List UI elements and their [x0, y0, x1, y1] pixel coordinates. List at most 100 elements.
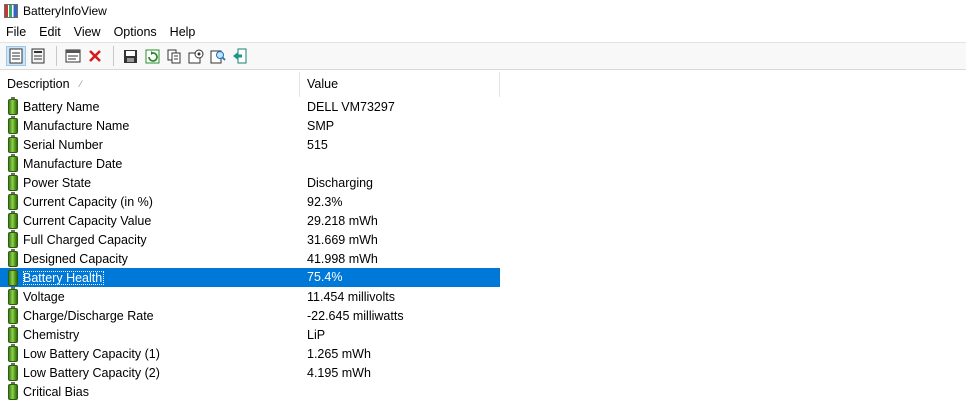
row-description: Charge/Discharge Rate [23, 308, 154, 323]
battery-icon [8, 115, 18, 134]
save-button[interactable] [120, 46, 140, 66]
html-report-button[interactable] [186, 46, 206, 66]
delete-button[interactable] [85, 46, 105, 66]
list-view-button[interactable] [6, 46, 26, 66]
battery-icon [8, 305, 18, 324]
row-value: 41.998 mWh [307, 251, 378, 266]
row-description-cell: Current Capacity (in %) [0, 191, 300, 211]
battery-icon [8, 96, 18, 115]
table-row[interactable]: Full Charged Capacity 31.669 mWh [0, 229, 966, 249]
table-row[interactable]: Serial Number 515 [0, 134, 966, 154]
refresh-button[interactable] [142, 46, 162, 66]
row-description: Power State [23, 175, 92, 190]
row-value: 11.454 millivolts [307, 289, 396, 304]
row-description-cell: Manufacture Name [0, 115, 300, 135]
table-row[interactable]: Battery Name DELL VM73297 [0, 96, 966, 116]
row-description-cell: Critical Bias [0, 381, 300, 401]
battery-icon [8, 248, 18, 267]
copy-button[interactable] [164, 46, 184, 66]
table-row[interactable]: Designed Capacity 41.998 mWh [0, 248, 966, 268]
row-description: Full Charged Capacity [23, 232, 147, 247]
battery-icon [8, 267, 18, 286]
row-description: Critical Bias [23, 384, 89, 399]
row-description-cell: Serial Number [0, 134, 300, 154]
battery-icon [8, 191, 18, 210]
table-row[interactable]: Manufacture Date [0, 153, 966, 173]
menu-view[interactable]: View [68, 22, 108, 42]
battery-icon [8, 172, 18, 191]
row-description: Low Battery Capacity (2) [23, 365, 160, 380]
table-row[interactable]: Battery Health 75.4% [0, 267, 966, 287]
detail-view-icon [31, 48, 45, 64]
find-icon [210, 50, 226, 63]
row-description: Chemistry [23, 327, 80, 342]
menu-options[interactable]: Options [108, 22, 164, 42]
row-description-cell: Battery Name [0, 96, 300, 116]
list-view-icon [9, 48, 23, 64]
toolbar-separator [56, 46, 57, 66]
column-header-value[interactable]: Value [300, 72, 500, 97]
save-disk-icon [123, 49, 137, 63]
battery-icon [8, 324, 18, 343]
properties-button[interactable] [63, 46, 83, 66]
battery-info-list[interactable]: Description ⁄ Value Battery Name DELL VM7… [0, 72, 966, 403]
row-description-cell: Full Charged Capacity [0, 229, 300, 249]
title-bar: BatteryInfoView [0, 0, 966, 22]
column-header-value-label: Value [307, 77, 339, 91]
column-header-description[interactable]: Description ⁄ [0, 72, 300, 97]
row-value: 29.218 mWh [307, 213, 378, 228]
table-row[interactable]: Critical Bias [0, 381, 966, 401]
table-row[interactable]: Current Capacity Value 29.218 mWh [0, 210, 966, 230]
copy-icon [167, 49, 180, 63]
row-value: 515 [307, 137, 328, 152]
row-description: Manufacture Date [23, 156, 123, 171]
table-row[interactable]: Low Battery Capacity (1) 1.265 mWh [0, 343, 966, 363]
row-value: 92.3% [307, 194, 343, 209]
row-value: Discharging [307, 175, 374, 190]
table-row[interactable]: Low Battery Capacity (2) 4.195 mWh [0, 362, 966, 382]
find-button[interactable] [208, 46, 228, 66]
detail-view-button[interactable] [28, 46, 48, 66]
toolbar-separator [113, 46, 114, 66]
menu-edit[interactable]: Edit [33, 22, 68, 42]
row-description-cell: Low Battery Capacity (2) [0, 362, 300, 382]
list-rows: Battery Name DELL VM73297 Manufacture Name… [0, 96, 966, 401]
refresh-icon [145, 49, 159, 63]
row-description: Serial Number [23, 137, 103, 152]
battery-icon [8, 229, 18, 248]
row-description: Current Capacity (in %) [23, 194, 153, 209]
row-description-cell: Charge/Discharge Rate [0, 305, 300, 325]
exit-icon [233, 48, 247, 64]
row-description: Low Battery Capacity (1) [23, 346, 160, 361]
row-value: DELL VM73297 [307, 99, 395, 114]
row-value: LiP [307, 327, 326, 342]
window-title: BatteryInfoView [23, 4, 107, 18]
row-description-cell: Voltage [0, 286, 300, 306]
row-description-cell: Chemistry [0, 324, 300, 344]
row-value: 1.265 mWh [307, 346, 371, 361]
row-description-cell: Manufacture Date [0, 153, 300, 173]
menu-bar: File Edit View Options Help [0, 22, 966, 42]
battery-icon [8, 286, 18, 305]
battery-icon [8, 134, 18, 153]
menu-help[interactable]: Help [164, 22, 203, 42]
table-row[interactable]: Power State Discharging [0, 172, 966, 192]
battery-icon [8, 343, 18, 362]
html-report-icon [188, 49, 204, 63]
app-icon [4, 4, 18, 18]
battery-icon [8, 381, 18, 400]
row-value: SMP [307, 118, 335, 133]
table-row[interactable]: Current Capacity (in %) 92.3% [0, 191, 966, 211]
table-row[interactable]: Charge/Discharge Rate -22.645 milliwatts [0, 305, 966, 325]
menu-file[interactable]: File [0, 22, 33, 42]
table-row[interactable]: Manufacture Name SMP [0, 115, 966, 135]
battery-icon [8, 210, 18, 229]
row-value: 75.4% [300, 268, 500, 287]
column-header-description-label: Description [7, 77, 70, 91]
table-row[interactable]: Voltage 11.454 millivolts [0, 286, 966, 306]
row-description-cell: Designed Capacity [0, 248, 300, 268]
row-value: -22.645 milliwatts [307, 308, 404, 323]
exit-button[interactable] [230, 46, 250, 66]
row-description-cell: Current Capacity Value [0, 210, 300, 230]
table-row[interactable]: Chemistry LiP [0, 324, 966, 344]
